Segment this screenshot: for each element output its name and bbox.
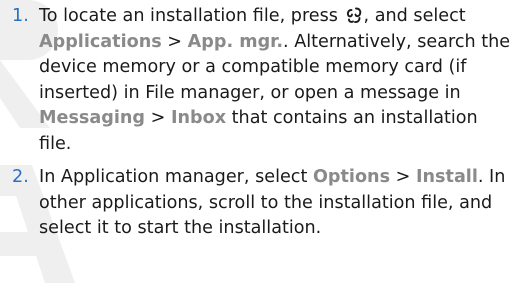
ui-term-app-mgr: App. mgr. [187,31,284,52]
ui-term-install: Install [415,167,478,187]
step-text-part: To locate an installation file, press [39,6,338,26]
step-2: 2. In Application manager, select Option… [12,165,512,242]
step-text-part: , and select [363,6,466,26]
step-1: 1. To locate an installation file, press… [12,4,512,157]
step-number: 2. [12,167,29,187]
step-number: 1. [12,6,29,26]
step-text-part: In Application manager, select [39,167,308,187]
ui-term-messaging: Messaging [39,108,146,128]
menu-separator: > [150,108,166,128]
installation-steps: 1. To locate an installation file, press… [12,4,512,242]
menu-key-icon [346,7,361,24]
step-text: To locate an installation file, press , … [39,4,512,157]
step-text: In Application manager, select Options >… [39,165,512,242]
menu-separator: > [395,167,411,187]
ui-term-inbox: Inbox [170,108,227,128]
menu-separator: > [167,31,183,52]
ui-term-applications: Applications [39,31,162,52]
ui-term-options: Options [312,167,391,187]
